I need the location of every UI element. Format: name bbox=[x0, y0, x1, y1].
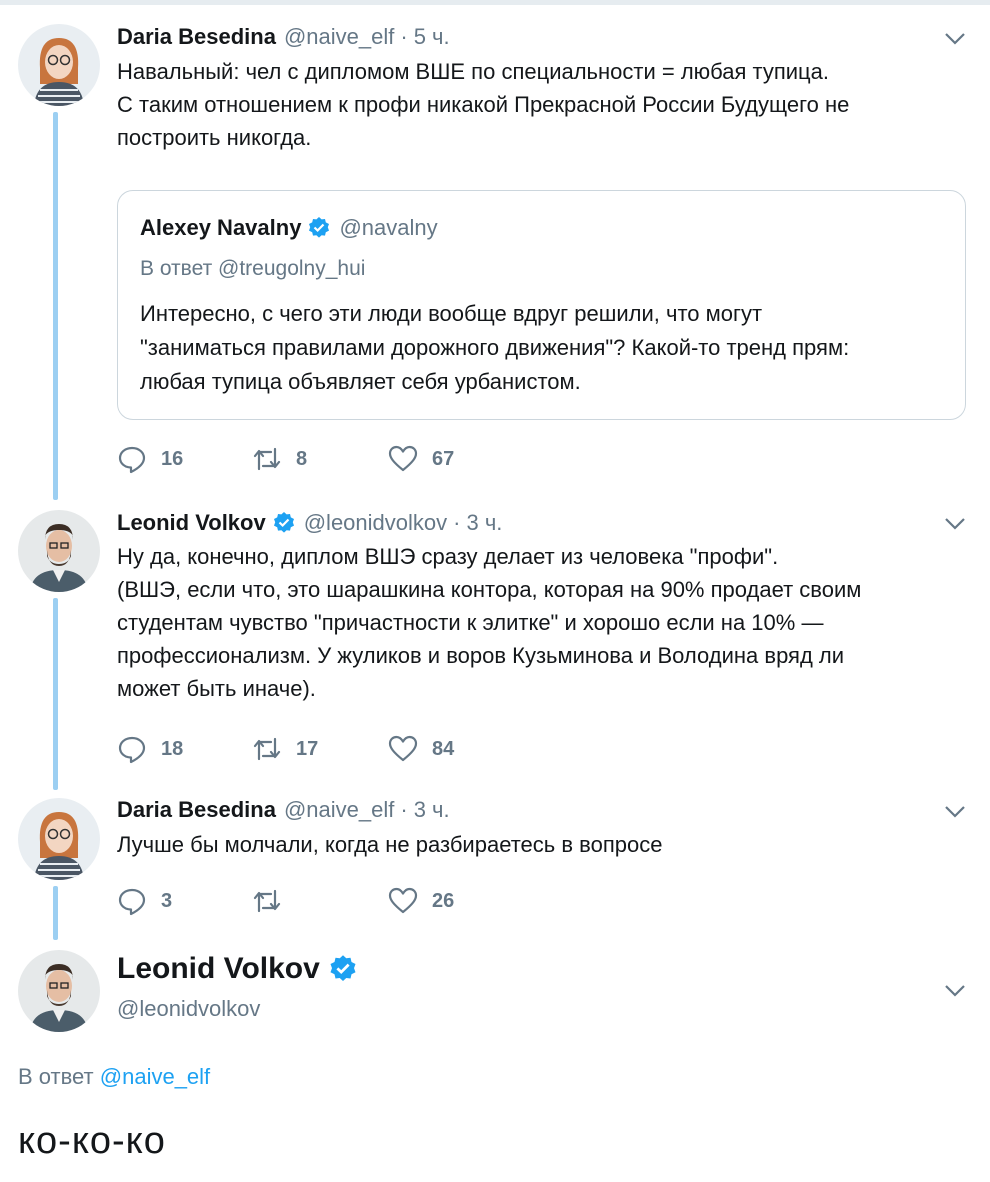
quote-author-name: Alexey Navalny bbox=[140, 215, 302, 240]
like-icon bbox=[388, 887, 418, 914]
tweet-actions: 16 8 67 bbox=[117, 444, 454, 474]
chevron-down-icon[interactable] bbox=[944, 32, 966, 46]
tweet-header: Leonid Volkov @leonidvolkov · 3 ч. bbox=[117, 510, 502, 536]
avatar-leonid[interactable] bbox=[18, 950, 100, 1032]
like-button[interactable]: 84 bbox=[388, 734, 454, 764]
chevron-down-icon[interactable] bbox=[944, 984, 966, 998]
reply-count: 16 bbox=[161, 447, 184, 470]
author-name[interactable]: Daria Besedina bbox=[117, 797, 276, 823]
verified-icon bbox=[273, 512, 294, 533]
tweet-text-line: построить никогда. bbox=[117, 125, 312, 150]
timestamp[interactable]: 5 ч. bbox=[414, 24, 450, 50]
quote-text-line: Интересно, с чего эти люди вообще вдруг … bbox=[140, 301, 763, 326]
separator-dot: · bbox=[453, 510, 461, 535]
quote-reply-to: В ответ @treugolny_hui bbox=[140, 257, 366, 280]
tweet-text-line: (ВШЭ, если что, это шарашкина контора, к… bbox=[117, 577, 862, 602]
tweet-text-line: может быть иначе). bbox=[117, 676, 316, 701]
reply-count: 3 bbox=[161, 889, 173, 912]
quote-text-line: любая тупица объявляет себя урбанистом. bbox=[140, 369, 581, 394]
like-button[interactable]: 26 bbox=[388, 886, 454, 916]
separator-dot: · bbox=[400, 797, 408, 822]
tweet-actions: 18 17 84 bbox=[117, 734, 454, 764]
retweet-icon bbox=[253, 447, 281, 471]
author-name[interactable]: Daria Besedina bbox=[117, 24, 276, 50]
tweet-text-line: Навальный: чел с дипломом ВШЕ по специал… bbox=[117, 59, 830, 84]
verified-icon bbox=[330, 955, 356, 981]
reply-icon bbox=[118, 736, 146, 764]
reply-button[interactable]: 18 bbox=[117, 734, 252, 764]
verified-icon bbox=[309, 217, 330, 238]
avatar-daria[interactable] bbox=[18, 798, 100, 880]
like-count: 84 bbox=[432, 737, 455, 760]
tweet-actions: 3 26 bbox=[117, 886, 454, 916]
retweet-icon bbox=[253, 737, 281, 761]
avatar-leonid[interactable] bbox=[18, 510, 100, 592]
retweet-count: 17 bbox=[296, 737, 319, 760]
retweet-button[interactable]: 17 bbox=[252, 734, 388, 764]
quote-header: Alexey Navalny @navalny bbox=[140, 215, 438, 241]
main-tweet-text: ко-ко-ко bbox=[18, 1120, 166, 1162]
thread-line bbox=[53, 112, 58, 500]
tweet-text-line: С таким отношением к профи никакой Прекр… bbox=[117, 92, 850, 117]
like-icon bbox=[388, 445, 418, 472]
tweet-text: Навальный: чел с дипломом ВШЕ по специал… bbox=[117, 55, 967, 154]
quote-author-handle: @navalny bbox=[339, 215, 438, 240]
tweet-text-line: профессионализм. У жуликов и воров Кузьм… bbox=[117, 643, 845, 668]
chevron-down-icon[interactable] bbox=[944, 517, 966, 531]
author-handle[interactable]: @leonidvolkov bbox=[117, 996, 260, 1022]
timestamp[interactable]: 3 ч. bbox=[466, 510, 502, 536]
reply-button[interactable]: 3 bbox=[117, 886, 252, 916]
top-divider bbox=[0, 0, 990, 5]
reply-button[interactable]: 16 bbox=[117, 444, 252, 474]
reply-prefix: В ответ bbox=[18, 1064, 94, 1089]
thread-line bbox=[53, 598, 58, 790]
chevron-down-icon[interactable] bbox=[944, 805, 966, 819]
main-tweet-header: Leonid Volkov bbox=[117, 952, 358, 986]
retweet-count: 8 bbox=[296, 447, 308, 470]
retweet-icon bbox=[253, 889, 281, 913]
timestamp[interactable]: 3 ч. bbox=[414, 797, 450, 823]
like-button[interactable]: 67 bbox=[388, 444, 454, 474]
avatar-daria[interactable] bbox=[18, 24, 100, 106]
author-handle[interactable]: @leonidvolkov bbox=[304, 510, 447, 536]
author-name[interactable]: Leonid Volkov bbox=[117, 952, 320, 986]
like-icon bbox=[388, 735, 418, 762]
author-name[interactable]: Leonid Volkov bbox=[117, 510, 266, 536]
reply-handle-link[interactable]: @naive_elf bbox=[100, 1064, 210, 1089]
retweet-button[interactable] bbox=[252, 886, 388, 916]
reply-count: 18 bbox=[161, 737, 184, 760]
thread-line bbox=[53, 886, 58, 940]
reply-icon bbox=[118, 888, 146, 916]
reply-icon bbox=[118, 446, 146, 474]
like-count: 67 bbox=[432, 447, 455, 470]
quote-text: Интересно, с чего эти люди вообще вдруг … bbox=[140, 297, 950, 399]
like-count: 26 bbox=[432, 889, 455, 912]
reply-context: В ответ @naive_elf bbox=[18, 1064, 210, 1090]
author-handle[interactable]: @naive_elf bbox=[284, 24, 394, 50]
retweet-button[interactable]: 8 bbox=[252, 444, 388, 474]
tweet-text-line: студентам чувство "причастности к элитке… bbox=[117, 610, 824, 635]
tweet-text: Ну да, конечно, диплом ВШЭ сразу делает … bbox=[117, 540, 967, 705]
tweet-text-line: Ну да, конечно, диплом ВШЭ сразу делает … bbox=[117, 544, 779, 569]
tweet-header: Daria Besedina @naive_elf · 5 ч. bbox=[117, 24, 450, 50]
separator-dot: · bbox=[400, 24, 408, 49]
tweet-text-line: Лучше бы молчали, когда не разбираетесь … bbox=[117, 832, 663, 857]
tweet-header: Daria Besedina @naive_elf · 3 ч. bbox=[117, 797, 450, 823]
author-handle[interactable]: @naive_elf bbox=[284, 797, 394, 823]
quoted-tweet[interactable]: Alexey Navalny @navalny В ответ @treugol… bbox=[117, 190, 966, 420]
tweet-text: Лучше бы молчали, когда не разбираетесь … bbox=[117, 828, 967, 861]
quote-text-line: "заниматься правилами дорожного движения… bbox=[140, 335, 850, 360]
